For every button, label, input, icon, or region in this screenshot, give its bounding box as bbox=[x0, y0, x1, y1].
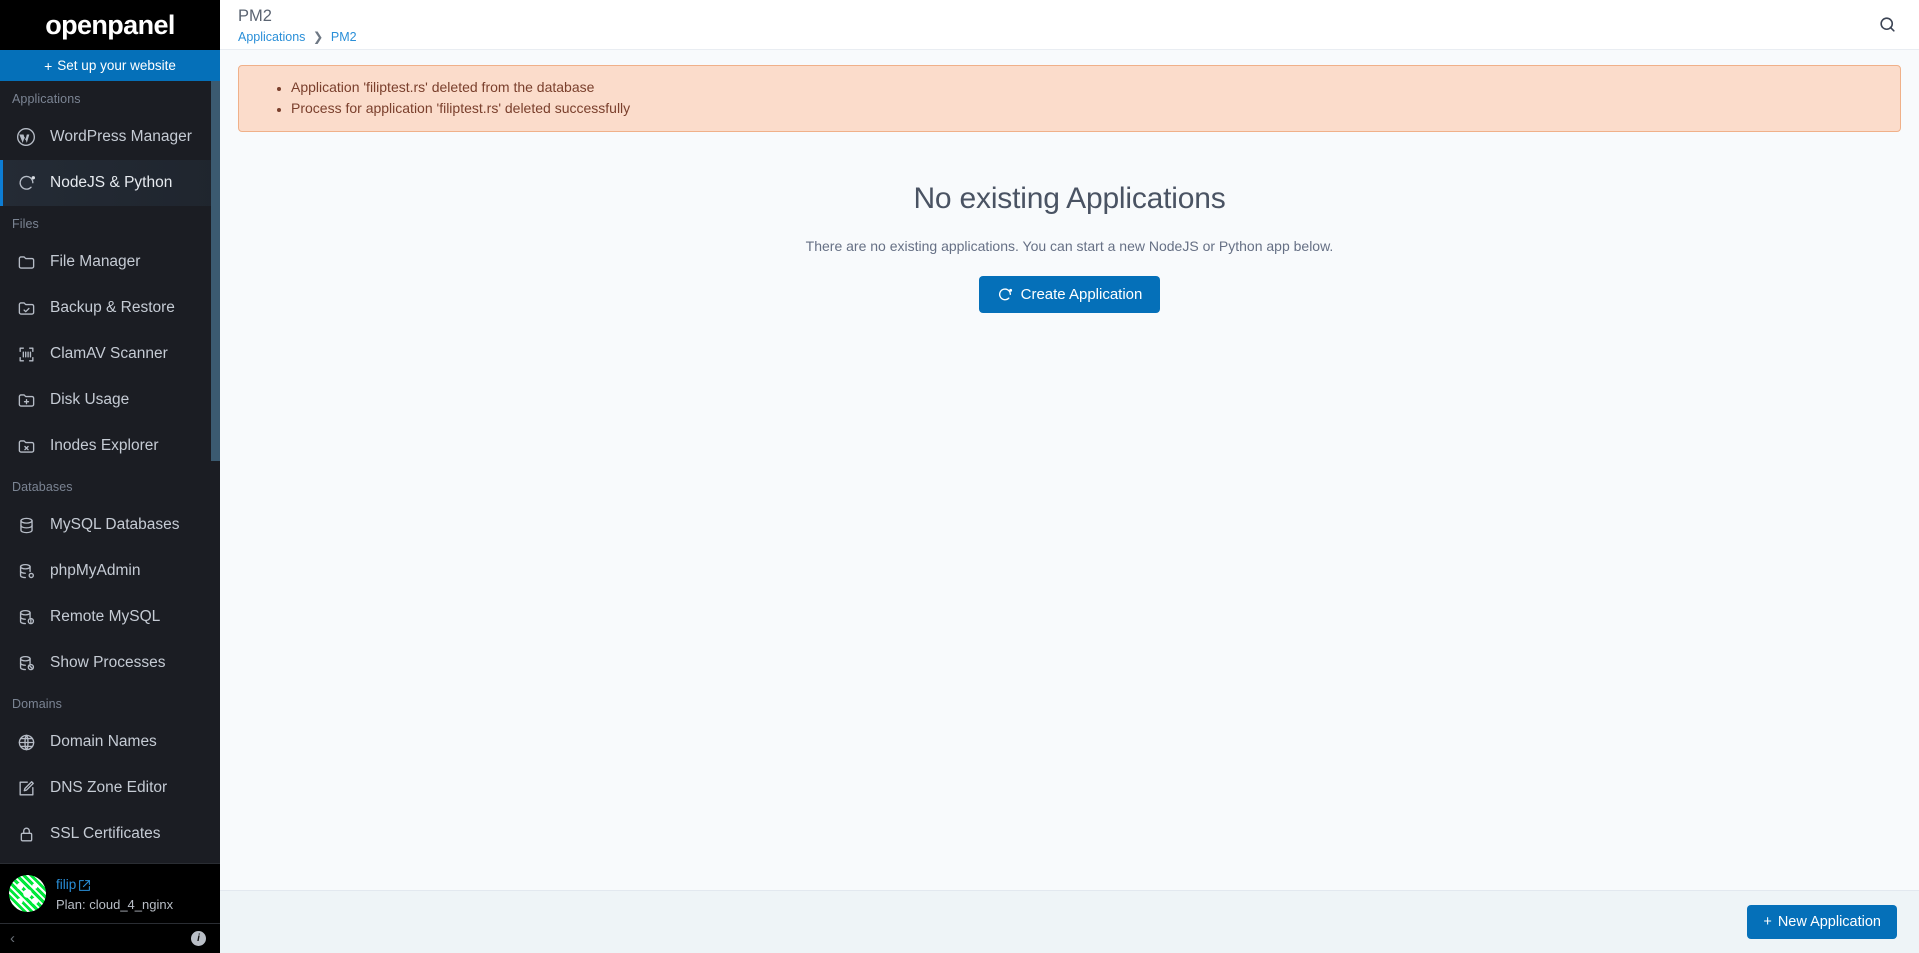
main-area: PM2 Applications ❯ PM2 Application 'fili… bbox=[220, 0, 1919, 953]
sidebar-section-applications: Applications bbox=[12, 92, 81, 106]
brand-logo[interactable]: openpanel bbox=[0, 0, 220, 50]
sidebar-footer: ‹ i bbox=[0, 923, 220, 953]
folder-icon bbox=[15, 251, 37, 273]
alert-messages: Application 'filiptest.rs' deleted from … bbox=[238, 65, 1901, 132]
database-cog-icon bbox=[15, 560, 37, 582]
sidebar-item-clamav-scanner[interactable]: ClamAV Scanner bbox=[0, 331, 220, 377]
breadcrumb-separator: ❯ bbox=[312, 29, 324, 44]
empty-state: No existing Applications There are no ex… bbox=[220, 132, 1919, 313]
avatar bbox=[9, 875, 46, 912]
sidebar-item-ssl-certificates[interactable]: SSL Certificates bbox=[0, 811, 220, 857]
sidebar-section-files: Files bbox=[12, 217, 39, 231]
new-application-button[interactable]: + New Application bbox=[1747, 905, 1897, 939]
sidebar-item-phpmyadmin[interactable]: phpMyAdmin bbox=[0, 548, 220, 594]
sidebar-item-show-processes[interactable]: Show Processes bbox=[0, 640, 220, 686]
edit-square-icon bbox=[15, 777, 37, 799]
sidebar-nav: Applications WordPress Manager NodeJS & Py… bbox=[0, 81, 220, 861]
user-plan: Plan: cloud_4_nginx bbox=[56, 896, 174, 912]
breadcrumb-parent[interactable]: Applications bbox=[238, 30, 305, 44]
sidebar-item-label: MySQL Databases bbox=[50, 516, 180, 533]
wordpress-icon bbox=[15, 126, 37, 148]
plus-icon: + bbox=[44, 57, 53, 74]
globe-icon bbox=[15, 731, 37, 753]
sidebar-item-label: Backup & Restore bbox=[50, 299, 175, 316]
empty-state-title: No existing Applications bbox=[913, 182, 1226, 215]
alert-message: Application 'filiptest.rs' deleted from … bbox=[291, 77, 1900, 98]
brand-name: openpanel bbox=[45, 9, 175, 40]
sidebar-scrollbar-track[interactable] bbox=[211, 81, 220, 863]
sidebar-item-label: Domain Names bbox=[50, 733, 157, 750]
scan-icon bbox=[15, 343, 37, 365]
database-icon bbox=[15, 514, 37, 536]
setup-website-button[interactable]: + Set up your website bbox=[0, 50, 220, 81]
sidebar-item-label: DNS Zone Editor bbox=[50, 779, 168, 796]
alert-message: Process for application 'filiptest.rs' d… bbox=[291, 98, 1900, 119]
info-icon[interactable]: i bbox=[191, 931, 206, 946]
sidebar-item-remote-mysql[interactable]: Remote MySQL bbox=[0, 594, 220, 640]
alert-list: Application 'filiptest.rs' deleted from … bbox=[239, 77, 1900, 119]
sidebar-nav-scroll[interactable]: Applications WordPress Manager NodeJS & Py… bbox=[0, 81, 220, 863]
empty-state-subtitle: There are no existing applications. You … bbox=[805, 238, 1334, 254]
sidebar-item-backup-restore[interactable]: Backup & Restore bbox=[0, 285, 220, 331]
user-name-row: filip bbox=[56, 874, 173, 896]
sidebar-item-label: Disk Usage bbox=[50, 391, 130, 408]
folder-plus-icon bbox=[15, 389, 37, 411]
sidebar-item-label: File Manager bbox=[50, 253, 141, 270]
lock-icon bbox=[15, 823, 37, 845]
sidebar-item-label: NodeJS & Python bbox=[50, 174, 173, 191]
sidebar-section-domains: Domains bbox=[12, 697, 63, 711]
user-profile[interactable]: filip Plan: cloud_4_nginx bbox=[0, 863, 220, 923]
content: Application 'filiptest.rs' deleted from … bbox=[220, 50, 1919, 890]
create-application-button[interactable]: Create Application bbox=[978, 276, 1161, 313]
sidebar-item-label: Remote MySQL bbox=[50, 608, 161, 625]
database-alert-icon bbox=[15, 606, 37, 628]
sidebar-item-domain-names[interactable]: Domain Names bbox=[0, 719, 220, 765]
plus-icon: + bbox=[1763, 914, 1772, 930]
sidebar-item-wordpress-manager[interactable]: WordPress Manager bbox=[0, 114, 220, 160]
search-icon[interactable] bbox=[1878, 15, 1897, 34]
user-name[interactable]: filip bbox=[56, 876, 91, 894]
new-application-label: New Application bbox=[1777, 914, 1881, 930]
nodejs-icon bbox=[998, 287, 1012, 300]
folder-check-icon bbox=[15, 297, 37, 319]
sidebar-item-label: phpMyAdmin bbox=[50, 562, 141, 579]
breadcrumb: Applications ❯ PM2 bbox=[238, 29, 357, 44]
sidebar-item-label: ClamAV Scanner bbox=[50, 345, 168, 362]
sidebar-item-label: Show Processes bbox=[50, 654, 166, 671]
sidebar: openpanel + Set up your website Applicat… bbox=[0, 0, 220, 953]
sidebar-item-mysql-databases[interactable]: MySQL Databases bbox=[0, 502, 220, 548]
user-meta: filip Plan: cloud_4_nginx bbox=[56, 874, 173, 913]
collapse-sidebar-icon[interactable]: ‹ bbox=[10, 931, 15, 946]
setup-website-label: Set up your website bbox=[57, 58, 176, 73]
sidebar-section-databases: Databases bbox=[12, 480, 73, 494]
sidebar-item-file-manager[interactable]: File Manager bbox=[0, 239, 220, 285]
sidebar-item-nodejs-python[interactable]: NodeJS & Python bbox=[0, 160, 220, 206]
page-title: PM2 bbox=[238, 7, 272, 26]
breadcrumb-current[interactable]: PM2 bbox=[331, 30, 357, 44]
sidebar-item-dns-zone-editor[interactable]: DNS Zone Editor bbox=[0, 765, 220, 811]
topbar: PM2 Applications ❯ PM2 bbox=[220, 0, 1919, 50]
external-link-icon bbox=[79, 879, 91, 891]
sidebar-item-inodes-explorer[interactable]: Inodes Explorer bbox=[0, 423, 220, 469]
sidebar-item-disk-usage[interactable]: Disk Usage bbox=[0, 377, 220, 423]
title-wrap: PM2 Applications ❯ PM2 bbox=[238, 5, 357, 44]
sidebar-item-label: WordPress Manager bbox=[50, 128, 192, 145]
sidebar-scrollbar-thumb[interactable] bbox=[211, 81, 220, 461]
create-application-label: Create Application bbox=[1020, 286, 1143, 303]
sidebar-item-label: SSL Certificates bbox=[50, 825, 161, 842]
folder-x-icon bbox=[15, 435, 37, 457]
sidebar-item-label: Inodes Explorer bbox=[50, 437, 159, 454]
user-name-label: filip bbox=[56, 876, 77, 892]
nodejs-icon bbox=[15, 172, 37, 194]
bottombar: + New Application bbox=[220, 890, 1919, 953]
database-ban-icon bbox=[15, 652, 37, 674]
